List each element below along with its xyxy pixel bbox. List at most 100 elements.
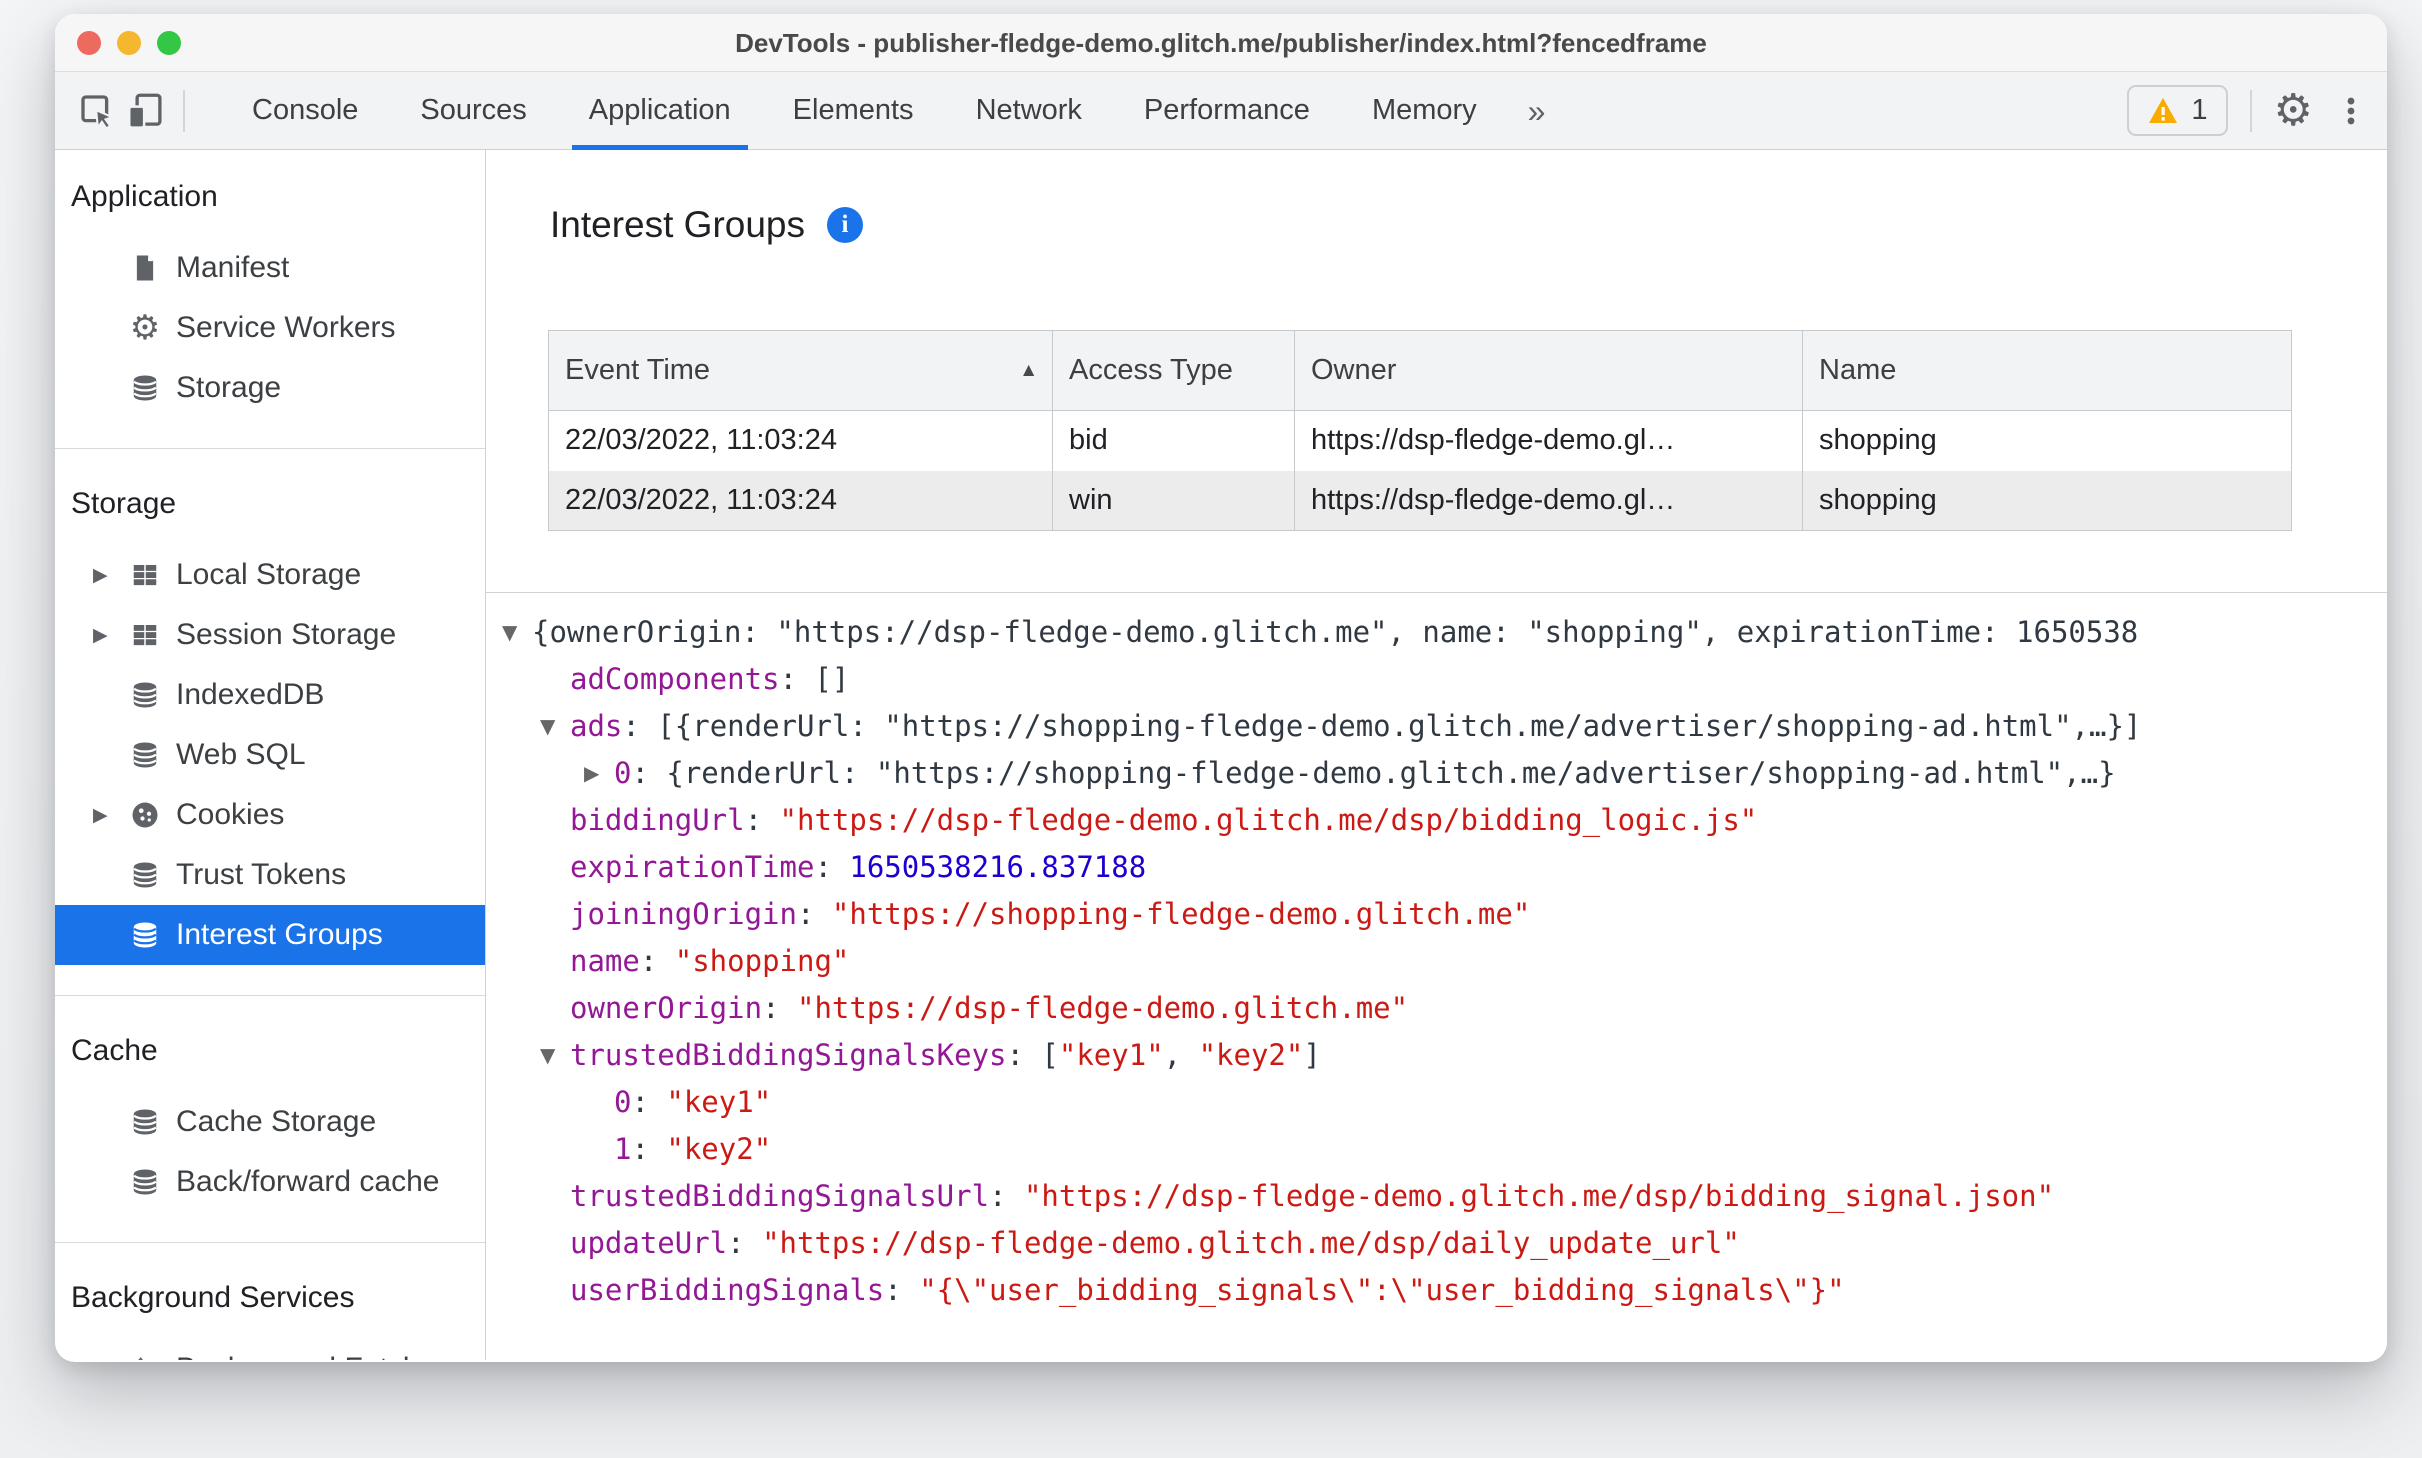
zoom-button[interactable] <box>157 31 181 55</box>
column-header-owner[interactable]: Owner <box>1294 330 1803 411</box>
sidebar-item-background-fetch[interactable]: Background Fetch <box>55 1339 485 1360</box>
column-header-access-type[interactable]: Access Type <box>1052 330 1295 411</box>
tree-line[interactable]: biddingUrl: "https://dsp-fledge-demo.gli… <box>498 797 2387 844</box>
kebab-menu-icon[interactable] <box>2333 87 2369 135</box>
table-cell: win <box>1052 470 1295 531</box>
table-row[interactable]: 22/03/2022, 11:03:24 bid https://dsp-fledg… <box>548 410 2292 471</box>
tree-line[interactable]: name: "shopping" <box>498 938 2387 985</box>
sidebar-section-background-services: Background Services Background Fetch <box>55 1242 485 1360</box>
tree-line[interactable]: ▼ ads: [{renderUrl: "https://shopping-fle… <box>498 703 2387 750</box>
devtools-toolbar: Console Sources Application Elements Network… <box>55 72 2387 150</box>
sidebar-item-storage[interactable]: Storage <box>55 358 485 418</box>
tree-segment-plain: : <box>796 897 832 931</box>
column-header-label: Event Time <box>565 354 711 386</box>
column-header-event-time[interactable]: Event Time ▲ <box>548 330 1053 411</box>
tree-line[interactable]: ▶ 0: {renderUrl: "https://shopping-fledge… <box>498 750 2387 797</box>
table-row[interactable]: 22/03/2022, 11:03:24 win https://dsp-fledg… <box>548 470 2292 531</box>
application-sidebar: Application Manifest ⚙︎ Service Workers Stor… <box>55 150 486 1360</box>
table-icon <box>129 619 161 651</box>
tab-memory[interactable]: Memory <box>1341 72 1508 150</box>
tree-line[interactable]: updateUrl: "https://dsp-fledge-demo.glit… <box>498 1220 2387 1267</box>
sidebar-item-back-forward-cache[interactable]: Back/forward cache <box>55 1152 485 1212</box>
sidebar-item-service-workers[interactable]: ⚙︎ Service Workers <box>55 298 485 358</box>
tree-expander-spacer <box>540 938 570 985</box>
tree-line[interactable]: expirationTime: 1650538216.837188 <box>498 844 2387 891</box>
tree-line[interactable]: trustedBiddingSignalsUrl: "https://dsp-f… <box>498 1173 2387 1220</box>
sidebar-section-title: Storage <box>71 487 177 520</box>
db-icon <box>129 1166 161 1198</box>
tree-segment-key: trustedBiddingSignalsUrl <box>570 1179 990 1213</box>
sidebar-section-title: Application <box>71 180 218 213</box>
sidebar-section-storage: Storage ▶ Local Storage ▶ Session Storage Ind… <box>55 448 485 965</box>
sidebar-item-interest-groups[interactable]: Interest Groups <box>55 905 485 965</box>
tab-network[interactable]: Network <box>945 72 1113 150</box>
sidebar-item-web-sql[interactable]: Web SQL <box>55 725 485 785</box>
close-button[interactable] <box>77 31 101 55</box>
more-tabs-chevron-icon[interactable]: » <box>1508 74 1566 148</box>
toggle-device-toolbar-icon[interactable] <box>121 87 169 135</box>
sidebar-section-application: Application Manifest ⚙︎ Service Workers Stor… <box>55 168 485 418</box>
tree-expander-spacer <box>540 1220 570 1267</box>
tree-line[interactable]: 1: "key2" <box>498 1126 2387 1173</box>
minimize-button[interactable] <box>117 31 141 55</box>
tree-segment-plain: , <box>1163 1038 1199 1072</box>
panel-divider <box>486 592 2387 593</box>
tree-segment-key: ownerOrigin <box>570 991 763 1025</box>
issues-badge[interactable]: 1 <box>2127 85 2228 136</box>
tree-expander-icon[interactable]: ▼ <box>540 1032 570 1079</box>
toolbar-right: 1 ⚙︎ <box>2127 85 2369 136</box>
sidebar-item-cookies[interactable]: ▶ Cookies <box>55 785 485 845</box>
db-icon <box>129 372 161 404</box>
sidebar-item-indexeddb[interactable]: IndexedDB <box>55 665 485 725</box>
tab-sources[interactable]: Sources <box>389 72 557 150</box>
tree-segment-plain: : <box>631 1085 667 1119</box>
column-header-name[interactable]: Name <box>1802 330 2292 411</box>
tree-line[interactable]: 0: "key1" <box>498 1079 2387 1126</box>
sidebar-item-manifest[interactable]: Manifest <box>55 238 485 298</box>
tree-line[interactable]: ownerOrigin: "https://dsp-fledge-demo.gl… <box>498 985 2387 1032</box>
sidebar-item-label: Service Workers <box>176 311 396 344</box>
tree-segment-key: userBiddingSignals <box>570 1273 885 1307</box>
tree-segment-str: "key1" <box>1058 1038 1164 1072</box>
table-icon <box>129 559 161 591</box>
tab-performance[interactable]: Performance <box>1113 72 1341 150</box>
tree-line[interactable]: ▼ {ownerOrigin: "https://dsp-fledge-demo.… <box>498 609 2387 656</box>
tree-expander-icon[interactable]: ▼ <box>502 609 532 656</box>
settings-gear-icon[interactable]: ⚙︎ <box>2274 88 2313 133</box>
tree-line[interactable]: userBiddingSignals: "{\"user_bidding_sig… <box>498 1267 2387 1314</box>
panel-heading: Interest Groups i <box>550 204 864 246</box>
tree-segment-plain: {ownerOrigin: "https://dsp-fledge-demo.g… <box>532 615 2139 649</box>
tree-line[interactable]: ▼ trustedBiddingSignalsKeys: ["key1", "ke… <box>498 1032 2387 1079</box>
sidebar-item-session-storage[interactable]: ▶ Session Storage <box>55 605 485 665</box>
tree-line[interactable]: joiningOrigin: "https://shopping-fledge-… <box>498 891 2387 938</box>
tab-application[interactable]: Application <box>558 72 762 150</box>
expander-triangle-icon[interactable]: ▶ <box>93 624 129 647</box>
db-icon <box>129 919 161 951</box>
sidebar-item-local-storage[interactable]: ▶ Local Storage <box>55 545 485 605</box>
toolbar-divider <box>183 89 185 132</box>
desktop-background: DevTools - publisher-fledge-demo.glitch.… <box>0 0 2422 1458</box>
expander-triangle-icon[interactable]: ▶ <box>93 564 129 587</box>
tree-expander-icon[interactable]: ▼ <box>540 703 570 750</box>
sidebar-item-label: Local Storage <box>176 558 362 591</box>
tree-segment-plain: : <box>639 944 675 978</box>
expander-triangle-icon[interactable]: ▶ <box>93 804 129 827</box>
tree-line[interactable]: adComponents: [] <box>498 656 2387 703</box>
devtools-body: Application Manifest ⚙︎ Service Workers Stor… <box>55 150 2387 1360</box>
sidebar-item-label: Interest Groups <box>176 918 383 951</box>
db-icon <box>129 679 161 711</box>
tab-elements[interactable]: Elements <box>762 72 945 150</box>
sidebar-item-cache-storage[interactable]: Cache Storage <box>55 1092 485 1152</box>
tree-segment-str: "shopping" <box>674 944 850 978</box>
column-header-label: Name <box>1819 354 1897 386</box>
inspect-element-icon[interactable] <box>73 87 121 135</box>
tree-expander-spacer <box>584 1126 614 1173</box>
info-icon[interactable]: i <box>827 207 864 243</box>
tab-console[interactable]: Console <box>221 72 389 150</box>
tree-expander-icon[interactable]: ▶ <box>584 750 614 797</box>
sidebar-item-trust-tokens[interactable]: Trust Tokens <box>55 845 485 905</box>
